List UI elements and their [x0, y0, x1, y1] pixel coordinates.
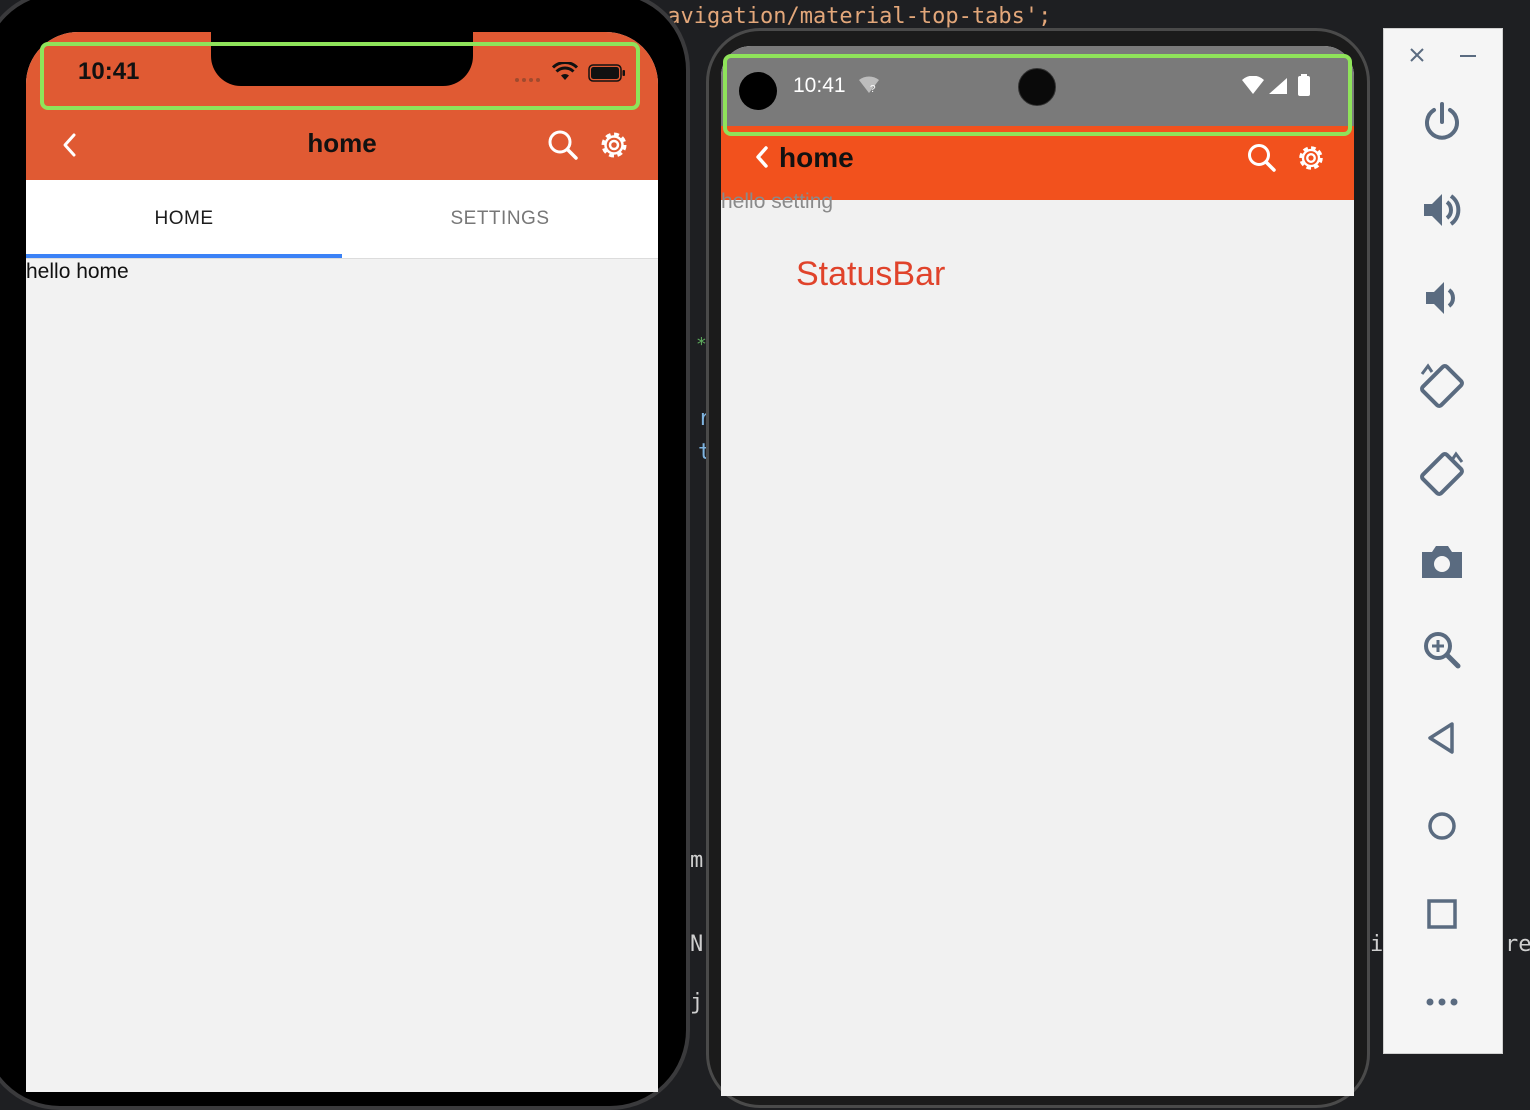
- search-icon[interactable]: [1246, 142, 1278, 174]
- volume-up-icon[interactable]: [1414, 182, 1470, 238]
- android-screen: 10:41 ? home hello setting StatusBar: [721, 46, 1354, 1096]
- camera-icon[interactable]: [1414, 534, 1470, 590]
- android-statusbar-highlight: [723, 54, 1352, 136]
- gear-icon[interactable]: [597, 128, 631, 162]
- close-icon[interactable]: [1406, 44, 1428, 66]
- tab-settings[interactable]: SETTINGS: [342, 180, 658, 258]
- editor-right-fragment: re: [1505, 932, 1530, 957]
- android-content-label: StatusBar: [796, 255, 946, 293]
- overview-icon[interactable]: [1414, 886, 1470, 942]
- ios-screen: 10:41 home HOME SETTINGS hello home: [26, 32, 658, 1092]
- power-icon[interactable]: [1414, 94, 1470, 150]
- ios-content-text: hello home: [26, 260, 129, 283]
- search-icon[interactable]: [546, 128, 580, 162]
- more-icon[interactable]: [1414, 974, 1470, 1030]
- tab-indicator: [26, 254, 342, 258]
- tab-home[interactable]: HOME: [26, 180, 342, 258]
- ios-statusbar-highlight: [40, 42, 640, 110]
- editor-gutter-char: N: [690, 932, 704, 957]
- rotate-left-icon[interactable]: [1414, 358, 1470, 414]
- home-icon[interactable]: [1414, 798, 1470, 854]
- back-chevron-icon[interactable]: [753, 144, 771, 170]
- volume-down-icon[interactable]: [1414, 270, 1470, 326]
- editor-gutter-char: j: [690, 990, 704, 1015]
- editor-right-fragment: i: [1370, 932, 1384, 957]
- editor-gutter-char: m: [690, 848, 704, 873]
- android-overlap-text: hello setting: [721, 190, 834, 213]
- back-icon[interactable]: [1414, 710, 1470, 766]
- editor-top-code: navigation/material-top-tabs';: [654, 4, 1052, 29]
- android-header-title: home: [779, 142, 854, 173]
- rotate-right-icon[interactable]: [1414, 446, 1470, 502]
- gear-icon[interactable]: [1295, 142, 1327, 174]
- top-tab-bar: HOME SETTINGS: [26, 180, 658, 259]
- minimize-icon[interactable]: [1456, 44, 1480, 66]
- zoom-icon[interactable]: [1414, 622, 1470, 678]
